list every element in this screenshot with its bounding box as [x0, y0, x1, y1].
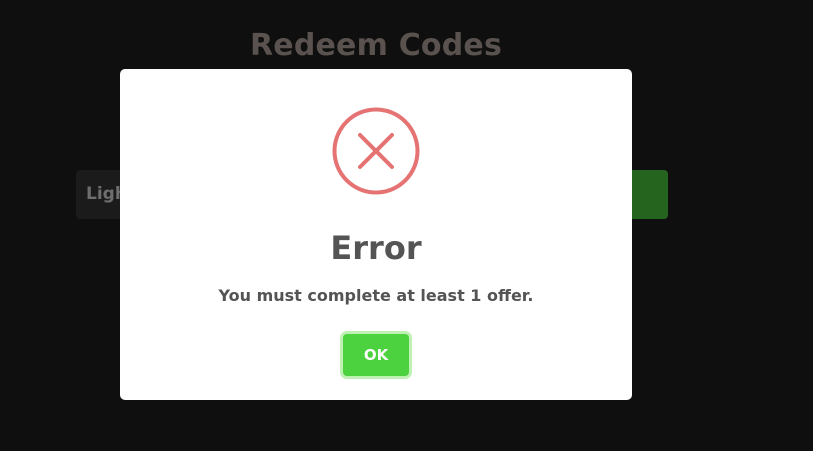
- dialog-title: Error: [330, 229, 422, 267]
- dialog-message: You must complete at least 1 offer.: [218, 286, 534, 305]
- error-dialog: Error You must complete at least 1 offer…: [120, 69, 632, 400]
- ok-button[interactable]: OK: [343, 334, 409, 376]
- x-circle-icon: [332, 107, 420, 195]
